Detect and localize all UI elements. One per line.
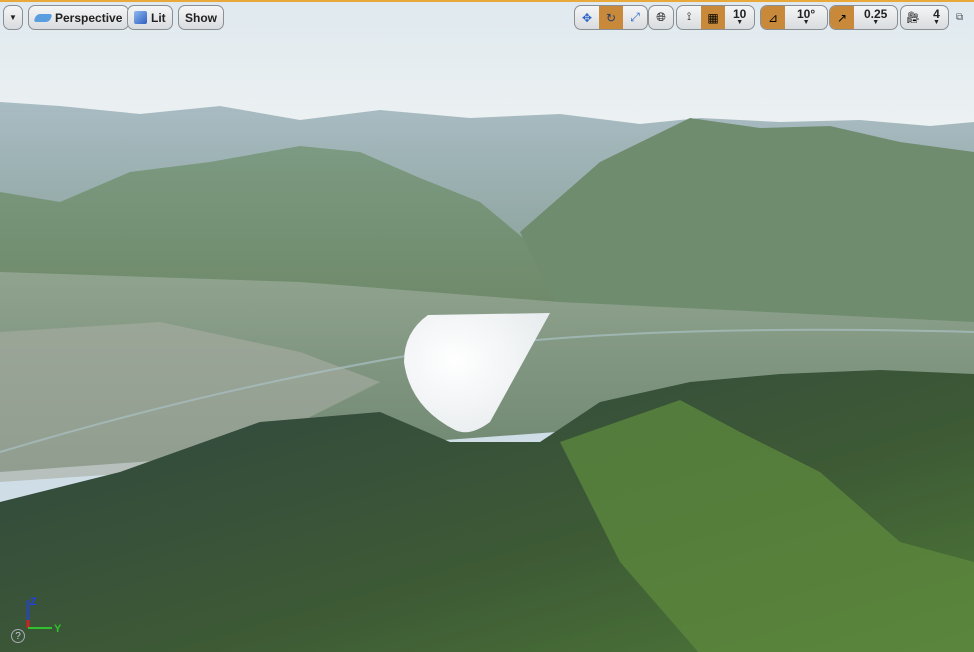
view-mode-button[interactable]: Perspective xyxy=(28,5,130,30)
camera-speed-icon-wrap: 🎥︎ xyxy=(901,6,925,29)
help-icon[interactable]: ? xyxy=(11,629,25,643)
rotate-tool-button[interactable]: ↻ xyxy=(599,6,623,29)
landscape-scene[interactable] xyxy=(0,2,974,652)
transform-tools-group: ✥ ↻ ⤢ xyxy=(574,5,648,30)
scale-arrow-icon: ↗ xyxy=(836,10,848,25)
lit-cube-icon xyxy=(134,11,147,24)
scale-arrows-icon: ⤢ xyxy=(630,10,640,24)
level-viewport[interactable]: ▼ Perspective Lit Show ✥ ↻ ⤢ 🌐︎ ⟟ ▦ 10 ▼… xyxy=(0,0,974,652)
rotate-icon: ↻ xyxy=(605,10,617,25)
caret-down-icon: ▼ xyxy=(736,19,744,26)
maximize-viewport-button[interactable]: ⧉ xyxy=(956,12,963,23)
surface-snap-button[interactable]: ⟟ xyxy=(677,6,701,29)
chevron-down-icon: ▼ xyxy=(9,13,17,22)
perspective-camera-icon xyxy=(33,13,53,22)
view-lighting-button[interactable]: Lit xyxy=(127,5,173,30)
rotation-snap-toggle[interactable]: ⊿ xyxy=(761,6,785,29)
camera-speed-dropdown[interactable]: 🎥︎ 4 ▼ xyxy=(900,5,949,30)
axis-y-label: Y xyxy=(54,623,62,635)
camera-speed-icon: 🎥︎ xyxy=(906,12,920,24)
scale-snap-group: ↗ 0.25 ▼ xyxy=(829,5,899,30)
world-coordinates-button[interactable]: 🌐︎ xyxy=(649,6,673,29)
caret-down-icon: ▼ xyxy=(872,19,880,26)
show-flags-button[interactable]: Show xyxy=(178,5,224,30)
camera-speed-value-wrap: 4 ▼ xyxy=(925,6,948,29)
grid-icon: ▦ xyxy=(707,10,719,25)
axis-z-label: Z xyxy=(30,596,37,608)
grid-snap-toggle[interactable]: ▦ xyxy=(701,6,725,29)
caret-down-icon: ▼ xyxy=(802,19,810,26)
move-arrows-icon: ✥ xyxy=(581,10,593,25)
globe-icon: 🌐︎ xyxy=(656,10,666,24)
view-mode-label: Perspective xyxy=(55,10,123,25)
surface-snap-icon: ⟟ xyxy=(686,11,692,23)
caret-down-icon: ▼ xyxy=(933,19,940,26)
grid-snap-value-dropdown[interactable]: 10 ▼ xyxy=(725,6,754,29)
axis-gizmo: Z Y xyxy=(26,596,62,635)
show-label: Show xyxy=(185,10,217,25)
lit-label: Lit xyxy=(151,10,166,25)
angle-icon: ⊿ xyxy=(767,10,779,25)
scale-snap-toggle[interactable]: ↗ xyxy=(830,6,854,29)
translate-tool-button[interactable]: ✥ xyxy=(575,6,599,29)
rotation-snap-group: ⊿ 10° ▼ xyxy=(760,5,829,30)
help-glyph: ? xyxy=(15,630,21,642)
grid-snap-group: ⟟ ▦ 10 ▼ xyxy=(676,5,756,30)
viewport-options-button[interactable]: ▼ xyxy=(3,5,23,30)
scale-snap-value-dropdown[interactable]: 0.25 ▼ xyxy=(854,6,897,29)
rotation-snap-value-dropdown[interactable]: 10° ▼ xyxy=(785,6,827,29)
coordinate-system-group: 🌐︎ xyxy=(648,5,674,30)
scale-tool-button[interactable]: ⤢ xyxy=(623,6,647,29)
